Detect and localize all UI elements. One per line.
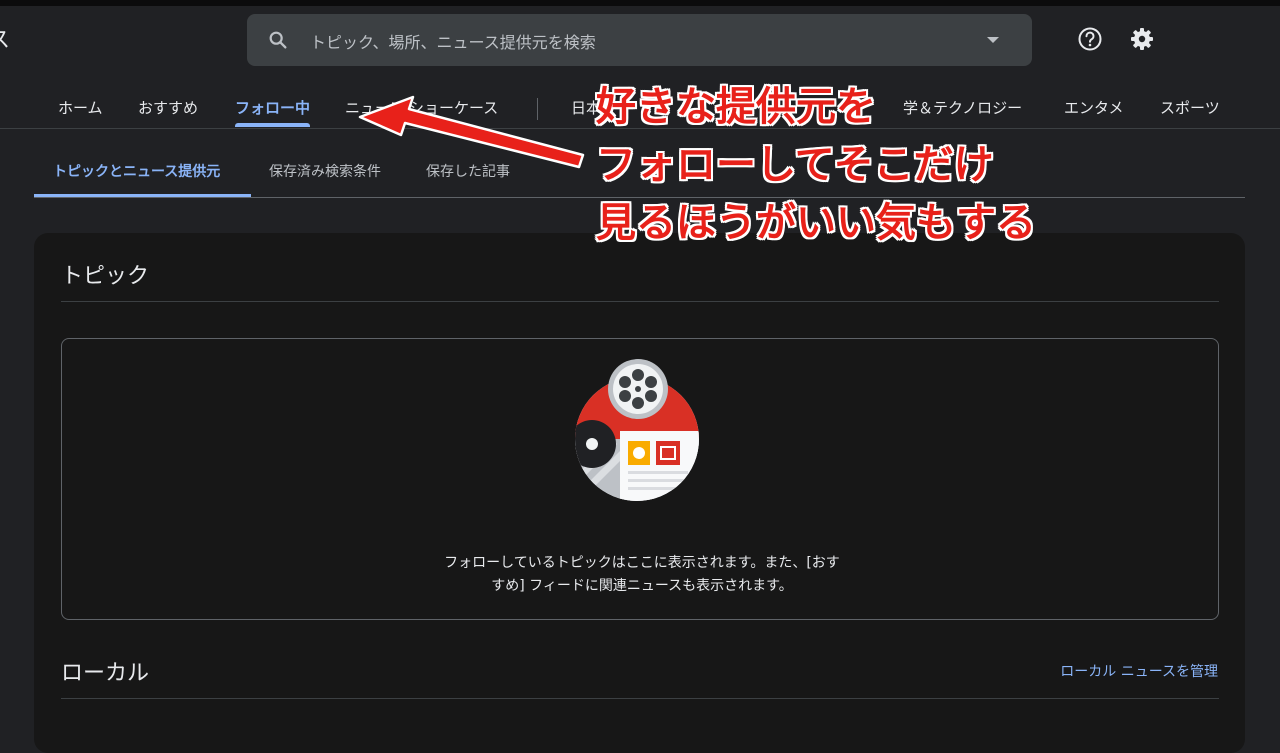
divider	[61, 698, 1219, 699]
local-heading: ローカル	[61, 661, 150, 686]
chevron-down-icon[interactable]	[987, 37, 999, 43]
following-panel: トピック フォローしているトピックはここに表示されます。また、[おす すめ] フ…	[34, 233, 1245, 753]
nav-recommended[interactable]: おすすめ	[138, 97, 198, 118]
film-reel-news-illustration	[572, 359, 712, 513]
divider	[61, 301, 1219, 302]
annotation-line: 見るほうがいい気もする	[596, 200, 1036, 246]
annotation-line: 好きな提供元を	[596, 84, 876, 130]
topics-heading: トピック	[61, 264, 150, 289]
subtab-indicator	[34, 194, 251, 197]
annotation-line: フォローしてそこだけ	[596, 142, 994, 188]
topics-empty-state: フォローしているトピックはここに表示されます。また、[おす すめ] フィードに関…	[61, 338, 1219, 620]
nav-entertainment[interactable]: エンタメ	[1064, 97, 1124, 118]
search-icon[interactable]	[267, 29, 289, 55]
annotation-text: 好きな提供元を フォローしてそこだけ 見るほうがいい気もする	[596, 78, 1036, 252]
gear-icon[interactable]	[1129, 26, 1155, 56]
help-icon[interactable]	[1077, 26, 1103, 56]
search-input[interactable]: トピック、場所、ニュース提供元を検索	[310, 29, 596, 53]
top-edge-bar	[0, 0, 1280, 6]
empty-state-line: すめ] フィードに関連ニュースも表示されます。	[491, 578, 793, 594]
nav-home[interactable]: ホーム	[58, 97, 103, 118]
active-tab-indicator	[235, 123, 310, 127]
empty-state-line: フォローしているトピックはここに表示されます。また、[おす	[444, 555, 840, 571]
empty-state-message: フォローしているトピックはここに表示されます。また、[おす すめ] フィードに関…	[422, 552, 862, 598]
search-bar[interactable]: トピック、場所、ニュース提供元を検索	[247, 14, 1032, 66]
manage-local-news-link[interactable]: ローカル ニュースを管理	[1060, 661, 1218, 681]
tab-topics-sources[interactable]: トピックとニュース提供元	[53, 161, 220, 181]
app-title: ス	[0, 22, 10, 54]
nav-sports[interactable]: スポーツ	[1160, 97, 1220, 118]
annotation-arrow-icon	[355, 95, 585, 174]
nav-following[interactable]: フォロー中	[235, 97, 310, 118]
